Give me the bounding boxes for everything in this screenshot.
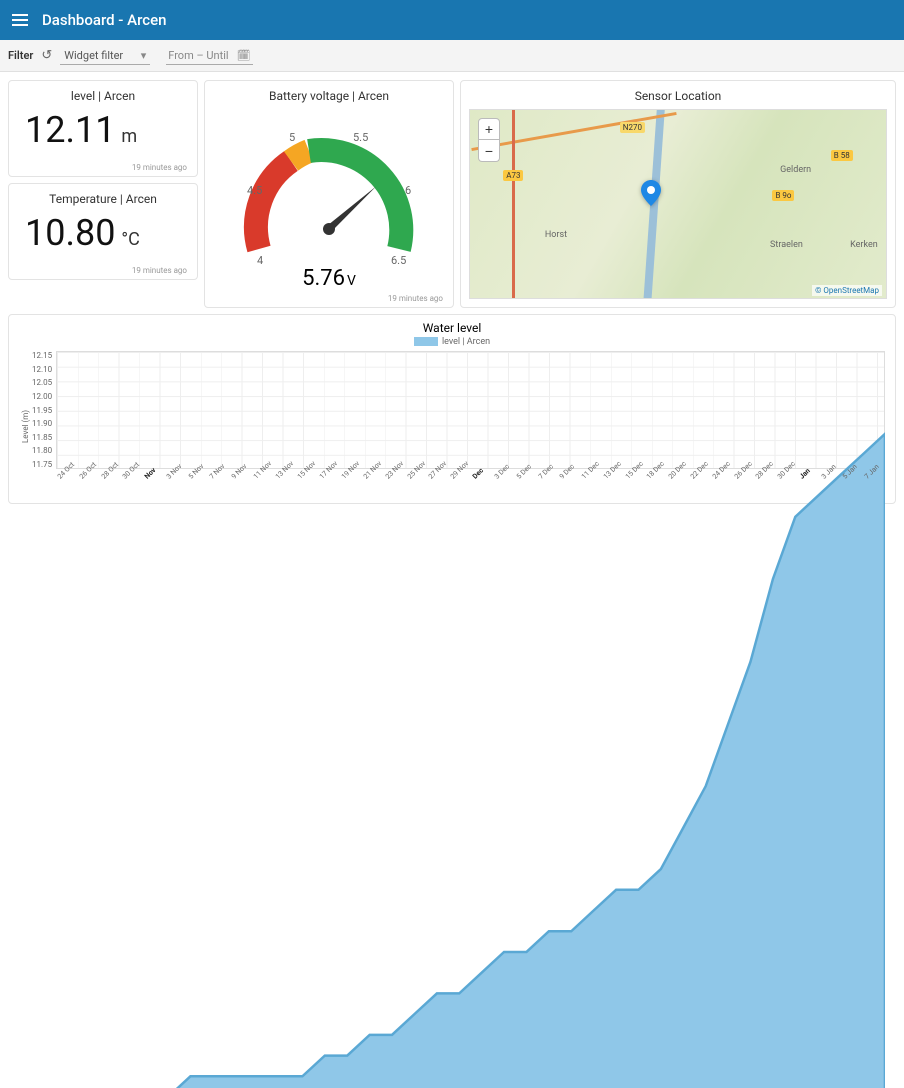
- chart-plot-area[interactable]: 24 Oct26 Oct28 Oct30 OctNov3 Nov5 Nov7 N…: [56, 351, 885, 501]
- svg-text:6: 6: [405, 184, 411, 197]
- place-label: Horst: [545, 230, 567, 240]
- x-axis-ticks: 24 Oct26 Oct28 Oct30 OctNov3 Nov5 Nov7 N…: [56, 469, 885, 501]
- card-title: Sensor Location: [469, 89, 887, 103]
- filter-bar: Filter ↺ Widget filter ▾ From – Until 🗓: [0, 40, 904, 72]
- map-attribution[interactable]: © OpenStreetMap: [812, 285, 882, 296]
- road-badge: B 58: [831, 150, 853, 161]
- history-icon[interactable]: ↺: [41, 48, 52, 63]
- level-value: 12.11 m: [21, 109, 185, 151]
- place-label: Kerken: [850, 240, 878, 250]
- card-title: level | Arcen: [21, 89, 185, 103]
- water-level-chart: Water level level | Arcen Level (m) 12.1…: [8, 314, 896, 504]
- chart-title: Water level: [19, 321, 885, 335]
- map-card: Sensor Location A73 N270 B 58 B 9o Horst…: [460, 80, 896, 308]
- place-label: Straelen: [770, 240, 803, 250]
- filter-label: Filter: [8, 49, 33, 62]
- zoom-in-button[interactable]: +: [478, 118, 500, 140]
- timestamp: 19 minutes ago: [132, 266, 187, 275]
- road-badge: B 9o: [772, 190, 794, 201]
- gauge-value: 5.76V: [302, 266, 356, 291]
- svg-text:4.5: 4.5: [247, 184, 262, 197]
- svg-text:5: 5: [289, 131, 295, 144]
- map-marker-icon[interactable]: [641, 180, 661, 200]
- svg-text:5.5: 5.5: [353, 131, 368, 144]
- calendar-icon: 🗓: [237, 49, 251, 62]
- y-axis-ticks: 12.1512.1012.0512.0011.9511.9011.8511.80…: [32, 351, 56, 469]
- app-header: Dashboard - Arcen: [0, 0, 904, 40]
- zoom-out-button[interactable]: −: [478, 140, 500, 162]
- road-badge: A73: [503, 170, 523, 181]
- card-title: Battery voltage | Arcen: [269, 89, 389, 103]
- level-card: level | Arcen 12.11 m 19 minutes ago: [8, 80, 198, 177]
- map-zoom-controls: + −: [478, 118, 500, 162]
- timestamp: 19 minutes ago: [388, 294, 443, 303]
- battery-gauge-card: Battery voltage | Arcen 4 4.5: [204, 80, 454, 308]
- svg-text:6.5: 6.5: [391, 254, 406, 264]
- gauge: 4 4.5 5 5.5 6 6.5: [229, 109, 429, 264]
- legend-swatch: [414, 337, 438, 346]
- date-range-input[interactable]: From – Until 🗓: [166, 47, 252, 65]
- map[interactable]: A73 N270 B 58 B 9o Horst Geldern Straele…: [469, 109, 887, 299]
- temperature-card: Temperature | Arcen 10.80 °C 19 minutes …: [8, 183, 198, 280]
- place-label: Geldern: [780, 165, 811, 175]
- widget-filter-select[interactable]: Widget filter ▾: [60, 47, 150, 65]
- temperature-value: 10.80 °C: [21, 212, 185, 254]
- timestamp: 19 minutes ago: [132, 163, 187, 172]
- svg-text:4: 4: [257, 254, 263, 264]
- chart-legend[interactable]: level | Arcen: [19, 337, 885, 347]
- road-badge: N270: [620, 122, 645, 133]
- y-axis-label: Level (m): [19, 351, 32, 501]
- page-title: Dashboard - Arcen: [42, 11, 166, 29]
- menu-icon[interactable]: [12, 14, 28, 26]
- card-title: Temperature | Arcen: [21, 192, 185, 206]
